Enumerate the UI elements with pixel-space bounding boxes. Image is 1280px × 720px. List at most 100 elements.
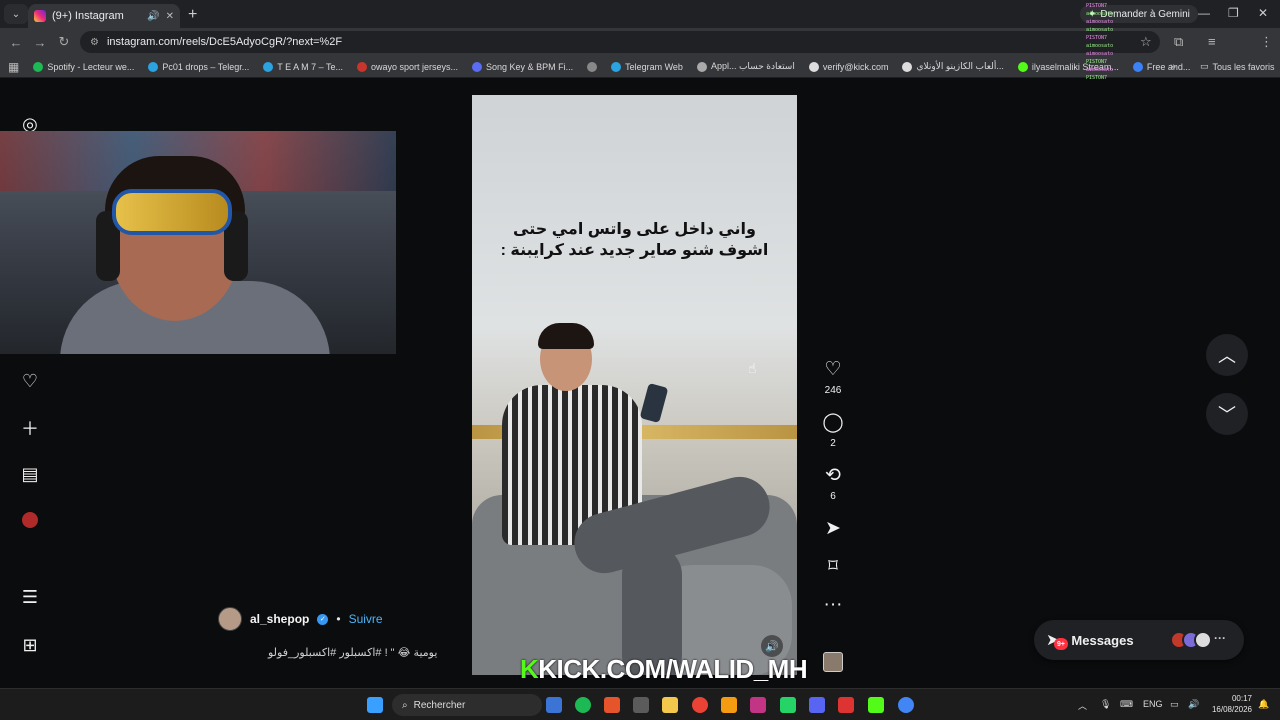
network-icon[interactable]: ▭	[1170, 699, 1179, 710]
search-placeholder: Rechercher	[413, 699, 466, 711]
chevron-down-icon: ﹀	[1218, 405, 1236, 425]
owayo-icon	[356, 61, 367, 72]
repost-icon[interactable]: ⟲	[818, 465, 848, 487]
bookmark-item[interactable]: Song Key & BPM Fi...	[472, 61, 573, 72]
save-action[interactable]: ⌑	[818, 556, 848, 578]
original-audio-thumbnail[interactable]	[823, 652, 843, 672]
profile-avatar-icon[interactable]	[20, 510, 40, 530]
comment-action[interactable]: ◯ 2	[818, 412, 848, 449]
language-indicator[interactable]: ENG	[1143, 699, 1163, 709]
separator-dot: •	[336, 612, 341, 626]
ski-goggles	[112, 189, 232, 235]
bookmark-item[interactable]	[587, 61, 598, 72]
chat-line: PISTON7	[1086, 59, 1108, 65]
speaker-icon[interactable]: 🔊	[147, 11, 159, 22]
author-avatar[interactable]	[218, 607, 242, 631]
bookmark-item[interactable]: Spotify - Lecteur we...	[33, 61, 134, 72]
site-info-icon[interactable]: ⚙	[90, 37, 99, 48]
app-icon[interactable]	[838, 697, 854, 713]
menu-kebab-icon[interactable]: ⋮	[1260, 34, 1273, 50]
taskbar-search[interactable]: ⌕ Rechercher	[392, 694, 542, 716]
windows-start-icon[interactable]	[367, 697, 383, 713]
heart-icon[interactable]: ♡	[818, 359, 848, 381]
more-menu-icon[interactable]: ☰	[20, 587, 40, 607]
like-action[interactable]: ♡ 246	[818, 359, 848, 396]
chat-line: aimoosato	[1086, 27, 1114, 33]
comment-icon[interactable]: ◯	[818, 412, 848, 434]
tray-chevron-icon[interactable]: ︿	[1078, 699, 1087, 712]
like-count: 246	[824, 385, 842, 396]
overlay-line-2: اشوف شنو صاير جديد عند كرايبنة :	[500, 242, 769, 259]
back-arrow-icon[interactable]: ←	[4, 35, 28, 50]
verified-badge-icon: ✓	[317, 613, 329, 625]
more-bookmarks-icon[interactable]: »	[1170, 61, 1176, 73]
chat-line: aimoosato	[1086, 51, 1114, 57]
more-dots-icon[interactable]: ···	[818, 594, 848, 616]
taskbar-clock[interactable]: 00:17 16/08/2026	[1208, 693, 1252, 715]
reload-icon[interactable]: ↻	[52, 34, 76, 50]
calculator-icon[interactable]	[633, 697, 649, 713]
new-tab-button[interactable]: +	[188, 6, 197, 24]
globe-icon	[587, 61, 598, 72]
url-field[interactable]: ⚙ instagram.com/reels/DcE5AdyoCgR/?next=…	[80, 31, 1160, 53]
dashboard-icon[interactable]: ▤	[20, 464, 40, 484]
notification-bell-icon[interactable]: 🔔	[1258, 699, 1269, 710]
chat-line: aimoosato	[1086, 67, 1114, 73]
search-icon: ⌕	[402, 699, 408, 711]
reel-description[interactable]: يومية 😂 " ! #اكسبلور #اكسبلور_فولو	[268, 646, 437, 659]
apple-icon	[696, 61, 707, 72]
forward-arrow-icon[interactable]: →	[28, 35, 52, 50]
mic-icon[interactable]: 🎙	[1100, 699, 1111, 710]
reel-video[interactable]: واني داخل على واتس امي حتى اشوف شنو صاير…	[472, 95, 797, 675]
previous-reel-button[interactable]: ︿	[1206, 334, 1248, 376]
vlc-icon[interactable]	[721, 697, 737, 713]
instagram-favicon-icon	[34, 10, 46, 22]
next-reel-button[interactable]: ﹀	[1206, 393, 1248, 435]
file-explorer-icon[interactable]	[662, 697, 678, 713]
chrome-active-icon[interactable]	[898, 697, 914, 713]
also-from-meta-icon[interactable]: ⊞	[20, 635, 40, 655]
share-action[interactable]: ➤	[818, 518, 848, 540]
volume-icon[interactable]: 🔊	[1188, 699, 1199, 710]
bookmark-item[interactable]: Telegram Web	[611, 61, 683, 72]
kick-watermark: KKICK.COM/WALID_MH	[520, 654, 808, 685]
send-icon[interactable]: ➤	[818, 518, 848, 540]
close-window-button[interactable]: ✕	[1258, 6, 1268, 20]
bookmark-item[interactable]: owayo sport jerseys...	[356, 61, 458, 72]
close-tab-icon[interactable]: ✕	[166, 11, 174, 22]
chrome-taskbar-icon[interactable]	[692, 697, 708, 713]
more-action[interactable]: ···	[818, 594, 848, 616]
video-text-overlay: واني داخل على واتس امي حتى اشوف شنو صاير…	[472, 219, 797, 261]
stream-chat-overlay: PISTON7 aimoosato aimoosato aimoosato PI…	[1086, 2, 1142, 88]
whatsapp-icon[interactable]	[780, 697, 796, 713]
messages-button[interactable]: ➤ 9+ Messages ···	[1034, 620, 1244, 660]
follow-button[interactable]: Suivre	[349, 612, 383, 626]
brave-browser-icon[interactable]	[604, 697, 620, 713]
bookmark-item[interactable]: T E A M 7 – Te...	[263, 61, 343, 72]
discord-icon[interactable]	[809, 697, 825, 713]
spotify-taskbar-icon[interactable]	[575, 697, 591, 713]
bookmark-item[interactable]: ألعاب الكازينو الأونلاي...	[902, 61, 1004, 72]
create-plus-icon[interactable]: ＋	[20, 418, 40, 439]
extensions-icon[interactable]: ⧉	[1174, 34, 1183, 50]
all-bookmarks-folder[interactable]: ▭ Tous les favoris	[1200, 61, 1275, 72]
notifications-heart-icon[interactable]: ♡	[20, 371, 40, 391]
security-shield-icon[interactable]	[546, 697, 562, 713]
author-username[interactable]: al_shepop	[250, 612, 309, 626]
minimize-button[interactable]: —	[1198, 6, 1210, 20]
bookmark-item[interactable]: Pc01 drops – Telegr...	[148, 61, 249, 72]
maximize-button[interactable]: ❐	[1228, 6, 1239, 20]
bookmark-icon[interactable]: ⌑	[818, 556, 848, 578]
hand-cursor-icon: ☝	[748, 360, 757, 376]
kick-taskbar-icon[interactable]	[868, 697, 884, 713]
bookmark-item[interactable]: verify@kick.com	[808, 61, 888, 72]
instagram-taskbar-icon[interactable]	[750, 697, 766, 713]
tab-search-button[interactable]: ⌄	[4, 4, 28, 24]
keyboard-icon[interactable]: ⌨	[1120, 699, 1133, 710]
tab-instagram[interactable]: (9+) Instagram 🔊 ✕	[28, 4, 180, 28]
bookmark-item[interactable]: Appl... استعادة حساب	[696, 61, 795, 72]
avatar	[1194, 631, 1212, 649]
media-controls-icon[interactable]: ≡	[1208, 34, 1216, 49]
repost-action[interactable]: ⟲ 6	[818, 465, 848, 502]
apps-grid-icon[interactable]: ▦	[8, 60, 19, 74]
